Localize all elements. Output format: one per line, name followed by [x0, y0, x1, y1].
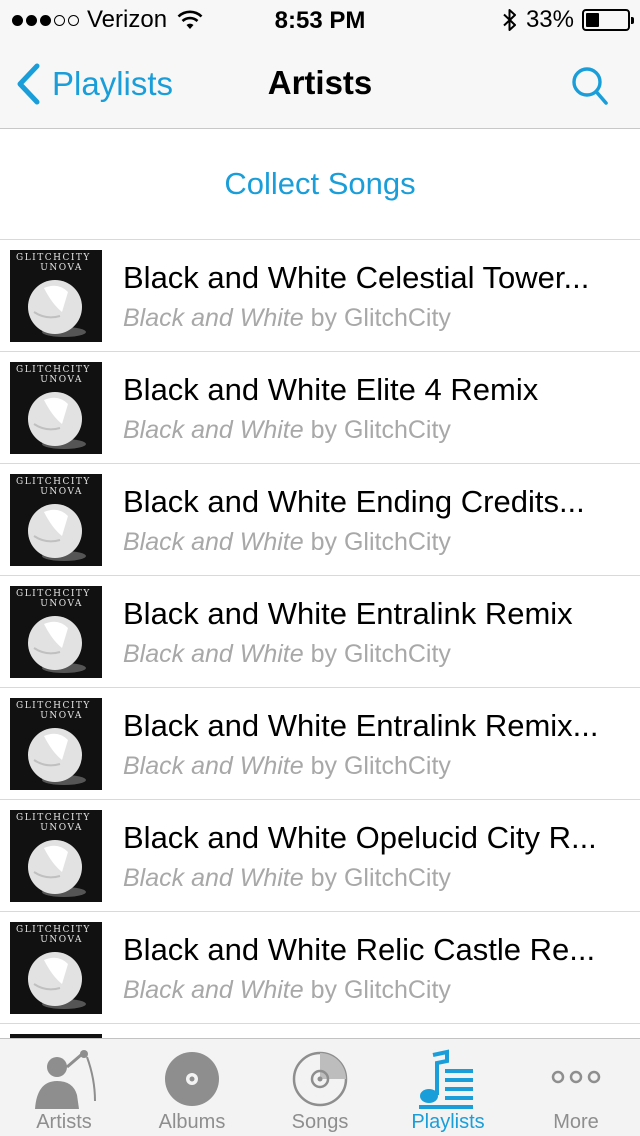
tab-playlists[interactable]: Playlists [384, 1039, 512, 1136]
song-subtitle: Black and White by GlitchCity [123, 752, 623, 781]
tab-more[interactable]: More [512, 1039, 640, 1136]
status-bar: Verizon 8:53 PM 33% [0, 0, 640, 40]
song-subtitle: Black and White by GlitchCity [123, 640, 623, 669]
album-artwork: GLITCHCITY UNOVA [10, 586, 102, 678]
collect-songs-row: Collect Songs [0, 129, 640, 240]
artist-name: GlitchCity [343, 752, 451, 780]
artwork-disc-icon [28, 280, 86, 337]
artwork-disc-icon [28, 728, 86, 785]
tab-label: More [553, 1111, 599, 1133]
song-row[interactable]: GLITCHCITY UNOVA Black and White Elite 4 … [0, 352, 640, 464]
album-artwork: GLITCHCITY UNOVA [10, 922, 102, 1014]
song-row[interactable]: GLITCHCITY UNOVA Black and White Entralin… [0, 576, 640, 688]
artwork-disc-icon [28, 952, 86, 1009]
song-subtitle: Black and White by GlitchCity [123, 416, 623, 445]
album-artwork: GLITCHCITY UNOVA [10, 474, 102, 566]
tab-label: Songs [291, 1111, 349, 1133]
artwork-label: GLITCHCITY UNOVA [16, 701, 91, 721]
song-title: Black and White Elite 4 Remix [123, 372, 539, 407]
by-label: by [310, 976, 337, 1004]
more-dots-icon [551, 1070, 601, 1084]
by-label: by [310, 304, 337, 332]
bluetooth-icon [503, 9, 516, 31]
by-label: by [310, 864, 337, 892]
song-subtitle: Black and White by GlitchCity [123, 976, 623, 1005]
song-title: Black and White Opelucid City R... [123, 820, 597, 855]
tab-songs[interactable]: Songs [256, 1039, 384, 1136]
song-subtitle: Black and White by GlitchCity [123, 528, 623, 557]
artwork-label: GLITCHCITY UNOVA [16, 365, 91, 385]
artist-silhouette-icon [35, 1050, 96, 1109]
artwork-disc-icon [28, 504, 86, 561]
artwork-label: GLITCHCITY UNOVA [16, 589, 91, 609]
navigation-bar: Playlists Artists [0, 40, 640, 129]
album-artwork: GLITCHCITY UNOVA [10, 810, 102, 902]
artist-name: GlitchCity [343, 416, 451, 444]
album-artwork: GLITCHCITY UNOVA [10, 362, 102, 454]
tab-albums[interactable]: Albums [128, 1039, 256, 1136]
artwork-label: GLITCHCITY UNOVA [16, 477, 91, 497]
album-name: Black and White [123, 528, 304, 556]
album-name: Black and White [123, 864, 304, 892]
tab-label: Albums [158, 1111, 226, 1133]
album-name: Black and White [123, 304, 304, 332]
artist-name: GlitchCity [343, 640, 451, 668]
album-name: Black and White [123, 976, 304, 1004]
battery-icon [582, 9, 634, 31]
collect-songs-button[interactable]: Collect Songs [224, 166, 415, 202]
artwork-label: GLITCHCITY UNOVA [16, 253, 91, 273]
tab-bar: Artists Albums Songs Playlists More [0, 1038, 640, 1136]
artwork-disc-icon [28, 616, 86, 673]
album-artwork: GLITCHCITY UNOVA [10, 250, 102, 342]
song-subtitle: Black and White by GlitchCity [123, 864, 623, 893]
album-name: Black and White [123, 416, 304, 444]
album-name: Black and White [123, 640, 304, 668]
search-icon[interactable] [570, 64, 610, 108]
song-title: Black and White Entralink Remix... [123, 708, 599, 743]
song-disc-icon [292, 1051, 348, 1107]
album-name: Black and White [123, 752, 304, 780]
song-list: GLITCHCITY UNOVA Black and White Celestia… [0, 240, 640, 1038]
page-title: Artists [267, 64, 373, 101]
album-artwork: GLITCHCITY UNOVA [10, 698, 102, 790]
song-row[interactable]: GLITCHCITY UNOVA Black and White Ending C… [0, 464, 640, 576]
tab-label: Artists [36, 1111, 92, 1133]
song-subtitle: Black and White by GlitchCity [123, 304, 623, 333]
artwork-disc-icon [28, 840, 86, 897]
playlist-icon [419, 1049, 473, 1109]
song-row[interactable]: GLITCHCITY UNOVA Black and White Opelucid… [0, 800, 640, 912]
artist-name: GlitchCity [343, 304, 451, 332]
artwork-disc-icon [28, 392, 86, 449]
by-label: by [310, 640, 337, 668]
artwork-label: GLITCHCITY UNOVA [16, 925, 91, 945]
status-right: 33% [502, 6, 634, 33]
song-title: Black and White Relic Castle Re... [123, 932, 596, 967]
battery-percent: 33% [525, 6, 574, 33]
by-label: by [310, 752, 337, 780]
album-disc-icon [165, 1052, 219, 1106]
artist-name: GlitchCity [343, 528, 451, 556]
song-title: Black and White Ending Credits... [123, 484, 585, 519]
song-title: Black and White Entralink Remix [123, 596, 573, 631]
artwork-label: GLITCHCITY UNOVA [16, 813, 91, 833]
song-row[interactable] [0, 1024, 640, 1038]
song-row[interactable]: GLITCHCITY UNOVA Black and White Relic Ca… [0, 912, 640, 1024]
by-label: by [310, 528, 337, 556]
song-row[interactable]: GLITCHCITY UNOVA Black and White Celestia… [0, 240, 640, 352]
artist-name: GlitchCity [343, 864, 451, 892]
tab-artists[interactable]: Artists [0, 1039, 128, 1136]
battery-level [586, 13, 600, 27]
song-row[interactable]: GLITCHCITY UNOVA Black and White Entralin… [0, 688, 640, 800]
tab-label: Playlists [411, 1111, 485, 1133]
by-label: by [310, 416, 337, 444]
song-title: Black and White Celestial Tower... [123, 260, 590, 295]
artist-name: GlitchCity [343, 976, 451, 1004]
